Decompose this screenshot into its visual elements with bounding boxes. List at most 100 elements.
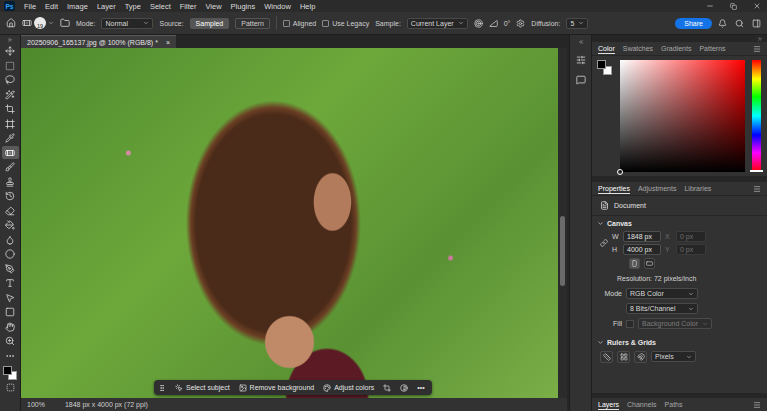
comments-panel-icon[interactable] bbox=[576, 75, 586, 85]
collapse-panels-icon[interactable] bbox=[757, 36, 763, 42]
diffusion-dropdown[interactable]: 5 bbox=[566, 18, 588, 29]
hue-marker[interactable] bbox=[750, 170, 763, 172]
restore-icon[interactable] bbox=[730, 3, 737, 10]
offset-field[interactable]: 0 px bbox=[676, 244, 706, 255]
panel-tab[interactable]: Adjustments bbox=[638, 183, 677, 194]
rulers-section-header[interactable]: Rulers & Grids bbox=[592, 335, 767, 349]
more-button[interactable]: ••• bbox=[417, 384, 424, 391]
brush-picker[interactable]: 19 bbox=[22, 17, 54, 29]
panel-tab[interactable]: Paths bbox=[665, 399, 683, 410]
mask-icon[interactable] bbox=[400, 384, 408, 392]
snap-button[interactable] bbox=[634, 351, 647, 363]
bell-icon[interactable] bbox=[718, 19, 727, 28]
rulers-button[interactable] bbox=[600, 351, 613, 363]
tool-button[interactable] bbox=[2, 74, 19, 87]
tool-button[interactable] bbox=[2, 132, 19, 145]
offset-field[interactable]: 0 px bbox=[676, 231, 706, 242]
tool-button[interactable] bbox=[2, 175, 19, 188]
tool-button[interactable] bbox=[2, 117, 19, 130]
close-icon[interactable] bbox=[753, 2, 761, 10]
menu-item[interactable]: Layer bbox=[97, 2, 116, 11]
close-tab-button[interactable]: × bbox=[166, 39, 170, 46]
transform-icon[interactable] bbox=[383, 384, 391, 392]
zoom-level[interactable]: 100% bbox=[27, 401, 45, 408]
quick-mask-button[interactable] bbox=[2, 381, 19, 394]
option-checkbox[interactable]: Use Legacy bbox=[322, 20, 369, 27]
panel-tab[interactable]: Layers bbox=[598, 399, 619, 410]
pressure-icon[interactable] bbox=[516, 19, 525, 28]
menu-item[interactable]: Type bbox=[125, 2, 141, 11]
menu-item[interactable]: Plugins bbox=[231, 2, 256, 11]
canvas-section-header[interactable]: Canvas bbox=[592, 216, 767, 230]
tool-button[interactable] bbox=[2, 161, 19, 174]
tool-button[interactable] bbox=[2, 335, 19, 348]
tool-button[interactable] bbox=[2, 204, 19, 217]
panel-tab[interactable]: Channels bbox=[627, 399, 657, 410]
foreground-swatch[interactable] bbox=[597, 60, 606, 69]
panel-tab[interactable]: Patterns bbox=[699, 43, 725, 54]
angle-value[interactable]: 0° bbox=[504, 20, 511, 27]
tool-button[interactable] bbox=[2, 233, 19, 246]
orientation-button[interactable] bbox=[629, 258, 640, 269]
photo-canvas[interactable]: Select subject Remove background Adjust co… bbox=[21, 48, 558, 398]
hue-slider[interactable] bbox=[752, 60, 761, 172]
color-field[interactable] bbox=[620, 60, 745, 172]
fill-dropdown[interactable]: Background Color bbox=[638, 318, 712, 329]
tool-button[interactable] bbox=[2, 320, 19, 333]
minimize-icon[interactable] bbox=[706, 2, 714, 10]
units-dropdown[interactable]: Pixels bbox=[651, 351, 696, 362]
size-field[interactable]: 4000 px bbox=[623, 244, 661, 255]
expand-icon[interactable] bbox=[578, 39, 584, 45]
tool-button[interactable] bbox=[2, 262, 19, 275]
checkbox-box[interactable] bbox=[322, 20, 329, 27]
menu-item[interactable]: View bbox=[205, 2, 221, 11]
bit-depth-dropdown[interactable]: 8 Bits/Channel bbox=[626, 303, 698, 314]
menu-item[interactable]: File bbox=[24, 2, 36, 11]
tool-button[interactable] bbox=[2, 146, 19, 159]
mode-dropdown[interactable]: Normal bbox=[101, 18, 153, 29]
menu-item[interactable]: Edit bbox=[45, 2, 58, 11]
menu-item[interactable]: Help bbox=[300, 2, 315, 11]
tool-button[interactable] bbox=[2, 190, 19, 203]
panel-menu-icon[interactable] bbox=[753, 185, 761, 193]
tool-button[interactable] bbox=[2, 45, 19, 58]
panel-menu-icon[interactable] bbox=[753, 45, 761, 53]
sample-dropdown[interactable]: Current Layer bbox=[407, 18, 468, 29]
ignore-adjustment-layers-icon[interactable] bbox=[474, 19, 483, 28]
foreground-color[interactable] bbox=[3, 366, 12, 375]
color-swatches[interactable] bbox=[597, 60, 613, 76]
tool-button[interactable] bbox=[2, 291, 19, 304]
menu-item[interactable]: Image bbox=[67, 2, 88, 11]
tool-button[interactable] bbox=[2, 88, 19, 101]
panel-tab[interactable]: Properties bbox=[598, 183, 630, 194]
color-chips[interactable] bbox=[3, 366, 18, 380]
workspace-icon[interactable] bbox=[752, 19, 761, 28]
grid-button[interactable] bbox=[617, 351, 630, 363]
checkbox-box[interactable] bbox=[283, 20, 290, 27]
task-button[interactable]: Remove background bbox=[239, 382, 315, 393]
panel-tab[interactable]: Libraries bbox=[684, 183, 711, 194]
task-button[interactable]: Select subject bbox=[175, 382, 230, 393]
tool-button[interactable] bbox=[2, 103, 19, 116]
tool-button[interactable] bbox=[2, 219, 19, 232]
search-icon[interactable] bbox=[735, 19, 744, 28]
menu-item[interactable]: Filter bbox=[180, 2, 197, 11]
size-field[interactable]: 1848 px bbox=[623, 231, 661, 242]
panel-tab[interactable]: Color bbox=[598, 43, 615, 54]
source-button[interactable]: Pattern bbox=[235, 18, 270, 29]
color-cursor[interactable] bbox=[617, 169, 623, 175]
history-panel-icon[interactable] bbox=[576, 55, 586, 65]
color-mode-dropdown[interactable]: RGB Color bbox=[626, 288, 698, 299]
fill-swatch[interactable] bbox=[626, 320, 634, 328]
panel-tab[interactable]: Gradients bbox=[661, 43, 691, 54]
source-button[interactable]: Sampled bbox=[190, 18, 230, 29]
tool-button[interactable] bbox=[2, 349, 19, 362]
task-button[interactable]: Adjust colors bbox=[323, 382, 374, 393]
menu-item[interactable]: Select bbox=[150, 2, 171, 11]
link-icon[interactable] bbox=[600, 239, 608, 247]
orientation-button[interactable] bbox=[644, 258, 655, 269]
home-icon[interactable] bbox=[6, 18, 16, 28]
share-button[interactable]: Share bbox=[675, 18, 712, 29]
tool-button[interactable] bbox=[2, 277, 19, 290]
tool-button[interactable] bbox=[2, 306, 19, 319]
